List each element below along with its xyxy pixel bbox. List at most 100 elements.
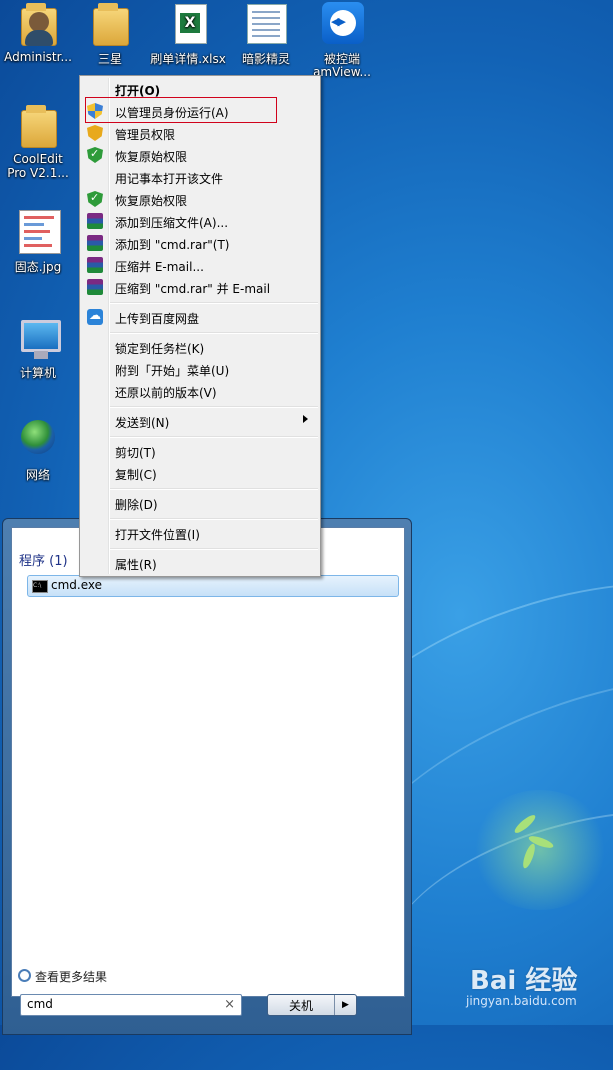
user-folder-icon [15, 2, 61, 46]
desktop-icon-samsung[interactable]: 三星 [72, 2, 148, 67]
menu-item-properties[interactable]: 属性(R) [82, 552, 316, 574]
network-icon [15, 418, 61, 462]
menu-separator [110, 488, 318, 490]
desktop-icon-label: 计算机 [19, 366, 56, 380]
clear-icon[interactable]: × [224, 997, 235, 1012]
menu-item-label: 压缩到 "cmd.rar" 并 E-mail [115, 282, 271, 296]
menu-item-label: 以管理员身份运行(A) [115, 106, 229, 120]
menu-item-run-as-admin[interactable]: 以管理员身份运行(A) [82, 100, 316, 122]
menu-separator [110, 406, 318, 408]
menu-item-label: 锁定到任务栏(K) [115, 342, 205, 356]
desktop-icon-omen[interactable]: 暗影精灵 [228, 2, 304, 67]
see-more-results-link[interactable]: 查看更多结果 [18, 968, 107, 985]
menu-item-label: 打开文件位置(I) [115, 528, 200, 542]
context-menu: 打开(O) 以管理员身份运行(A) 管理员权限 恢复原始权限 用记事本打开该文件… [79, 75, 321, 577]
start-menu-results-pane: 程序 (1) C:\ cmd.exe 查看更多结果 [11, 527, 405, 997]
menu-item-label: 上传到百度网盘 [115, 312, 200, 326]
desktop-icon-label: 固态.jpg [14, 260, 62, 274]
menu-separator [110, 332, 318, 334]
desktop-icon-label: Pro V2.1... [7, 166, 69, 180]
green-shield-icon [87, 147, 103, 163]
menu-item-compress-cmd-rar-email[interactable]: 压缩到 "cmd.rar" 并 E-mail [82, 276, 316, 298]
desktop-icon-label: 网络 [25, 468, 50, 482]
menu-item-cut[interactable]: 剪切(T) [82, 440, 316, 462]
menu-item-open-notepad[interactable]: 用记事本打开该文件 [82, 166, 316, 188]
desktop-icon-label: 刷单详情.xlsx [150, 52, 226, 66]
desktop-icon-cooledit[interactable]: CoolEdit Pro V2.1... [0, 104, 76, 180]
menu-item-upload-baidu[interactable]: 上传到百度网盘 [82, 306, 316, 328]
menu-item-restore-permissions-2[interactable]: 恢复原始权限 [82, 188, 316, 210]
cmd-icon: C:\ [32, 580, 48, 593]
search-result-label: cmd.exe [51, 578, 103, 592]
menu-item-label: 恢复原始权限 [115, 150, 188, 164]
folder-icon [15, 104, 61, 148]
menu-separator [110, 518, 318, 520]
computer-icon [15, 316, 61, 360]
menu-separator [110, 548, 318, 550]
menu-item-compress-email[interactable]: 压缩并 E-mail... [82, 254, 316, 276]
baidu-jingyan-watermark: Bai 经验 [470, 966, 578, 996]
menu-item-pin-taskbar[interactable]: 锁定到任务栏(K) [82, 336, 316, 358]
start-menu: 程序 (1) C:\ cmd.exe 查看更多结果 [2, 518, 412, 1035]
desktop-icon-label: 暗影精灵 [241, 52, 290, 66]
excel-file-icon: X [165, 2, 211, 46]
menu-item-label: 添加到 "cmd.rar"(T) [115, 238, 230, 252]
winrar-icon [87, 235, 103, 251]
image-file-icon [15, 210, 61, 254]
menu-separator [110, 302, 318, 304]
menu-item-label: 剪切(T) [115, 446, 156, 460]
menu-item-label: 还原以前的版本(V) [115, 386, 217, 400]
menu-item-pin-start[interactable]: 附到「开始」菜单(U) [82, 358, 316, 380]
menu-item-label: 压缩并 E-mail... [115, 260, 204, 274]
desktop-icon-label: 三星 [97, 52, 122, 66]
menu-item-admin-rights[interactable]: 管理员权限 [82, 122, 316, 144]
submenu-arrow-icon [303, 415, 308, 423]
menu-item-copy[interactable]: 复制(C) [82, 462, 316, 484]
wallpaper-glow [470, 790, 610, 910]
menu-separator [110, 436, 318, 438]
menu-item-label: 复制(C) [115, 468, 157, 482]
menu-item-label: 用记事本打开该文件 [115, 172, 224, 186]
desktop-icon-label: CoolEdit [13, 152, 63, 166]
desktop-icon-teamviewer[interactable]: 被控端 amView... [304, 2, 380, 79]
see-more-label: 查看更多结果 [35, 970, 108, 984]
menu-item-restore-versions[interactable]: 还原以前的版本(V) [82, 380, 316, 402]
menu-item-restore-permissions[interactable]: 恢复原始权限 [82, 144, 316, 166]
menu-item-label: 恢复原始权限 [115, 194, 188, 208]
document-icon [243, 2, 289, 46]
programs-header: 程序 (1) [19, 554, 68, 569]
desktop-icon-jpg[interactable]: 固态.jpg [0, 210, 76, 275]
desktop-icon-xlsx[interactable]: X 刷单详情.xlsx [150, 2, 226, 67]
search-input-value: cmd [27, 997, 53, 1011]
shutdown-button[interactable]: 关机 ▶ [267, 994, 357, 1016]
desktop-icon-administrator[interactable]: Administr... [0, 2, 76, 64]
menu-item-delete[interactable]: 删除(D) [82, 492, 316, 514]
menu-item-label: 管理员权限 [115, 128, 176, 142]
start-search-input[interactable]: cmd × [20, 994, 242, 1016]
baidu-netdisk-icon [87, 308, 103, 325]
menu-item-add-to-archive[interactable]: 添加到压缩文件(A)... [82, 210, 316, 232]
menu-item-open-location[interactable]: 打开文件位置(I) [82, 522, 316, 544]
folder-icon [87, 2, 133, 46]
desktop-icon-label: Administr... [4, 50, 72, 64]
menu-item-label: 附到「开始」菜单(U) [115, 364, 230, 378]
menu-item-label: 添加到压缩文件(A)... [115, 216, 229, 230]
shutdown-options-arrow-icon[interactable]: ▶ [334, 995, 356, 1015]
menu-item-label: 发送到(N) [115, 416, 170, 430]
menu-item-open[interactable]: 打开(O) [82, 78, 316, 100]
menu-item-add-to-cmd-rar[interactable]: 添加到 "cmd.rar"(T) [82, 232, 316, 254]
search-icon [18, 969, 31, 982]
menu-item-send-to[interactable]: 发送到(N) [82, 410, 316, 432]
shutdown-label: 关机 [288, 999, 313, 1013]
admin-shield-icon [87, 125, 103, 141]
desktop-icon-network[interactable]: 网络 [0, 418, 76, 483]
winrar-icon [87, 279, 103, 295]
green-shield-icon [87, 191, 103, 207]
menu-item-label: 删除(D) [115, 498, 158, 512]
watermark-url: jingyan.baidu.com [466, 994, 577, 1008]
menu-item-label: 属性(R) [115, 558, 157, 572]
uac-shield-icon [87, 103, 103, 119]
desktop-icon-computer[interactable]: 计算机 [0, 316, 76, 381]
winrar-icon [87, 257, 103, 273]
search-result-cmd[interactable]: C:\ cmd.exe [27, 575, 399, 597]
